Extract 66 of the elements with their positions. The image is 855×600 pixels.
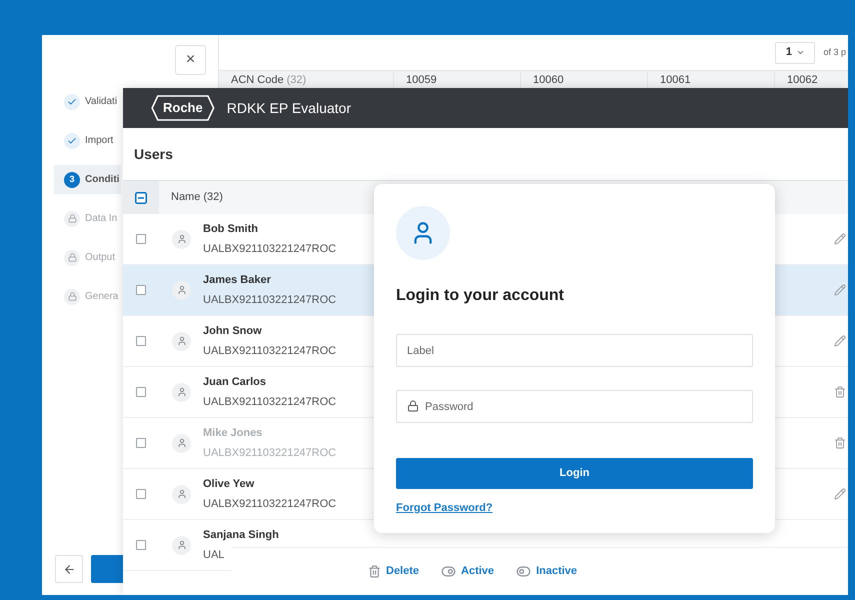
- user-id: UALBX921103221247ROC: [203, 446, 336, 460]
- app-title: RDKK EP Evaluator: [226, 98, 351, 118]
- password-field[interactable]: Password: [396, 390, 753, 423]
- avatar-icon: [172, 434, 191, 452]
- step-number: 3: [64, 172, 80, 188]
- user-id: UALBX921103221247ROC: [203, 292, 336, 308]
- step-item[interactable]: Import: [54, 126, 121, 155]
- avatar-icon: [172, 332, 191, 350]
- forgot-password-link[interactable]: Forgot Password?: [396, 500, 493, 516]
- toggle-icon: [516, 564, 532, 579]
- row-checkbox[interactable]: [136, 336, 146, 346]
- avatar-icon: [172, 280, 191, 300]
- avatar-icon: [172, 382, 191, 402]
- user-name: John Snow: [203, 324, 263, 339]
- edit-icon[interactable]: [834, 335, 846, 347]
- row-checkbox[interactable]: [136, 234, 146, 244]
- lock-icon: [64, 210, 80, 226]
- row-checkbox[interactable]: [136, 387, 146, 397]
- lock-icon: [64, 250, 80, 266]
- user-name: Juan Carlos: [203, 375, 267, 390]
- step-item[interactable]: 3 Conditi: [54, 165, 121, 194]
- roche-logo: Roche: [151, 95, 215, 121]
- lock-icon: [407, 400, 419, 412]
- action-button[interactable]: Delete: [368, 563, 420, 580]
- user-name: Sanjana Singh: [203, 528, 279, 543]
- step-item[interactable]: Genera: [54, 282, 121, 311]
- row-checkbox[interactable]: [136, 489, 146, 499]
- avatar-icon: [172, 536, 191, 554]
- label-field[interactable]: Label: [396, 334, 753, 367]
- check-icon: [64, 132, 80, 148]
- edit-icon[interactable]: [834, 488, 846, 500]
- user-id: UALBX921103221247ROC: [203, 242, 336, 256]
- select-all-checkbox[interactable]: [135, 192, 147, 204]
- caret-icon: [796, 48, 806, 57]
- column-header: Name (32): [170, 190, 223, 206]
- user-name: Mike Jones: [203, 426, 264, 441]
- user-id: UALBX921103221247ROC: [203, 394, 336, 410]
- page-count: of 3 p: [823, 46, 846, 59]
- step-item[interactable]: Output: [54, 243, 121, 272]
- lock-icon: [64, 288, 80, 304]
- user-id: UAL: [203, 548, 226, 562]
- user-name: Olive Yew: [203, 477, 256, 492]
- close-button[interactable]: ×: [175, 45, 206, 75]
- page-select[interactable]: 1: [775, 42, 816, 64]
- back-button[interactable]: [55, 555, 83, 583]
- user-id: UALBX921103221247ROC: [203, 496, 336, 512]
- user-id: UALBX921103221247ROC: [203, 344, 336, 358]
- back-arrow-icon: [62, 562, 76, 576]
- step-item[interactable]: Data In: [54, 204, 121, 233]
- edit-icon[interactable]: [834, 233, 846, 245]
- action-button[interactable]: Inactive: [516, 563, 578, 580]
- row-checkbox[interactable]: [136, 285, 146, 295]
- trash-icon[interactable]: [834, 386, 846, 398]
- trash-icon: [368, 565, 381, 578]
- check-icon: [64, 94, 80, 110]
- row-checkbox[interactable]: [136, 540, 146, 550]
- step-item[interactable]: Validati: [54, 87, 121, 116]
- user-name: James Baker: [203, 273, 272, 288]
- toggle-icon: [441, 564, 456, 579]
- avatar-icon: [172, 484, 191, 504]
- edit-icon[interactable]: [834, 284, 846, 296]
- action-button[interactable]: Active: [441, 563, 494, 580]
- user-name: Bob Smith: [203, 222, 259, 237]
- avatar-icon: [172, 230, 191, 248]
- login-button[interactable]: Login: [396, 458, 753, 489]
- dialog-title: Login to your account: [396, 286, 565, 306]
